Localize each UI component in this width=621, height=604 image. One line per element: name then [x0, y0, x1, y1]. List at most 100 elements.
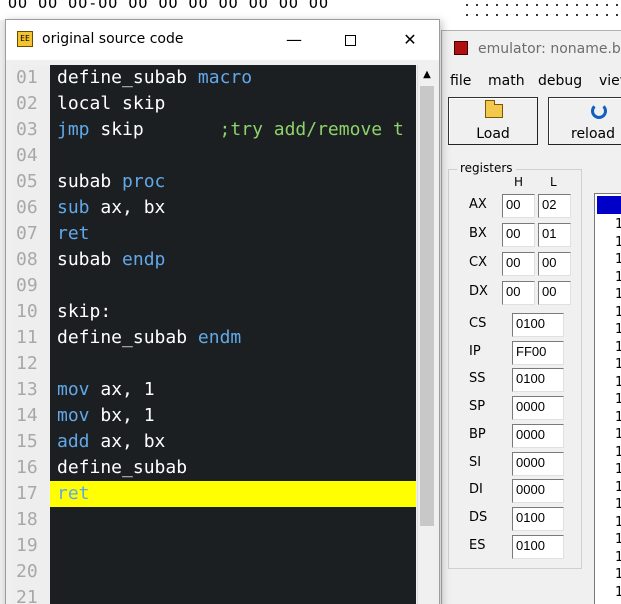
source-titlebar[interactable]: EE original source code — ✕: [6, 20, 439, 60]
code-line[interactable]: 13 mov ax, 1: [12, 377, 416, 403]
register-si-value[interactable]: 0000: [512, 451, 564, 476]
register-ax-high[interactable]: 00: [502, 194, 535, 218]
high-byte-header: H: [514, 175, 524, 189]
register-cx-low[interactable]: 00: [538, 252, 571, 276]
register-ss-value[interactable]: 0100: [512, 368, 564, 393]
code-token: define_subab: [57, 457, 188, 478]
code-line[interactable]: 14 mov bx, 1: [12, 403, 416, 429]
code-token: skip:: [57, 301, 112, 322]
memory-list-row[interactable]: 1: [615, 409, 621, 426]
memory-list-row[interactable]: 1: [615, 479, 621, 496]
scroll-up-arrow-icon[interactable]: ▲: [418, 65, 436, 85]
emulator-window[interactable]: emulator: noname.bin file math debug vie…: [441, 30, 621, 604]
editor-scrollbar[interactable]: ▲: [417, 65, 435, 604]
code-line[interactable]: 02 local skip: [12, 91, 416, 117]
code-line[interactable]: 12: [12, 351, 416, 377]
code-line[interactable]: 04: [12, 143, 416, 169]
line-number: 04: [12, 143, 50, 169]
memory-list-row[interactable]: 1: [615, 531, 621, 548]
code-line[interactable]: 09: [12, 273, 416, 299]
menu-math[interactable]: math: [488, 73, 525, 89]
register-bx-high[interactable]: 00: [502, 223, 535, 247]
memory-list-row[interactable]: 1: [615, 356, 621, 373]
memory-list[interactable]: 1111111111111111111111: [594, 193, 621, 604]
register-di-value[interactable]: 0000: [512, 479, 564, 504]
memory-list-row[interactable]: 1: [615, 269, 621, 286]
code-keyword: endm: [197, 327, 242, 348]
code-line-current[interactable]: 17 ret: [12, 481, 416, 507]
register-es-value[interactable]: 0100: [512, 534, 564, 559]
source-code-window[interactable]: EE original source code — ✕ 01 define_sub…: [5, 19, 440, 604]
code-line[interactable]: 16 define_subab: [12, 455, 416, 481]
emulator-menu-bar: file math debug view: [442, 71, 621, 93]
emulator-titlebar[interactable]: emulator: noname.bin: [442, 31, 621, 67]
menu-debug[interactable]: debug: [538, 73, 582, 89]
register-dx-low[interactable]: 00: [538, 281, 571, 305]
code-text: mov bx, 1: [57, 403, 155, 429]
register-bp-value[interactable]: 0000: [512, 423, 564, 448]
line-number: 18: [12, 507, 50, 533]
maximize-button[interactable]: [327, 20, 373, 60]
code-line[interactable]: 06 sub ax, bx: [12, 195, 416, 221]
memory-list-row[interactable]: 1: [615, 216, 621, 233]
memory-list-row[interactable]: 1: [615, 374, 621, 391]
code-line[interactable]: 21: [12, 585, 416, 604]
memory-list-row[interactable]: 1: [615, 496, 621, 513]
code-line[interactable]: 01 define_subab macro: [12, 65, 416, 91]
code-token: ax, bx: [89, 431, 166, 452]
memory-list-row[interactable]: 1: [615, 339, 621, 356]
memory-list-row[interactable]: 1: [615, 514, 621, 531]
register-cs-value[interactable]: 0100: [512, 313, 564, 337]
scrollbar-thumb[interactable]: [420, 86, 434, 526]
code-line[interactable]: 10 skip:: [12, 299, 416, 325]
register-sp-value[interactable]: 0000: [512, 396, 564, 421]
code-line[interactable]: 08 subab endp: [12, 247, 416, 273]
register-label-sp: SP: [469, 399, 486, 415]
memory-list-row[interactable]: 1: [615, 566, 621, 583]
memory-list-row[interactable]: 1: [615, 234, 621, 251]
register-ds-value[interactable]: 0100: [512, 506, 564, 531]
code-token: ax, 1: [89, 379, 155, 400]
code-line[interactable]: 03 jmp skip ;try add/remove t: [12, 117, 416, 143]
memory-list-row[interactable]: 1: [615, 549, 621, 566]
register-bx-low[interactable]: 01: [538, 223, 571, 247]
code-line[interactable]: 11 define_subab endm: [12, 325, 416, 351]
memory-list-row[interactable]: 1: [615, 426, 621, 443]
code-line[interactable]: 15 add ax, bx: [12, 429, 416, 455]
code-keyword: jmp: [57, 119, 90, 140]
code-token: subab: [57, 249, 123, 270]
load-button[interactable]: Load: [448, 97, 538, 145]
minimize-button[interactable]: —: [271, 20, 317, 60]
close-button[interactable]: ✕: [387, 20, 433, 60]
memory-list-row[interactable]: 1: [615, 321, 621, 338]
code-text: define_subab endm: [57, 325, 241, 351]
reload-button[interactable]: reload: [548, 97, 621, 145]
memory-list-row[interactable]: 1: [615, 461, 621, 478]
memory-list-row[interactable]: 1: [615, 251, 621, 268]
code-keyword: ret: [57, 483, 90, 504]
memory-list-row[interactable]: 1: [615, 444, 621, 461]
memory-list-row[interactable]: 1: [615, 286, 621, 303]
code-line[interactable]: 18: [12, 507, 416, 533]
register-dx-high[interactable]: 00: [502, 281, 535, 305]
register-label-ip: IP: [469, 343, 481, 359]
memory-list-row[interactable]: 1: [615, 584, 621, 601]
line-number: 09: [12, 273, 50, 299]
code-line[interactable]: 07 ret: [12, 221, 416, 247]
register-cx-high[interactable]: 00: [502, 252, 535, 276]
registers-legend: registers: [457, 161, 516, 175]
memory-list-row[interactable]: 1: [615, 391, 621, 408]
menu-view[interactable]: view: [599, 73, 621, 89]
code-keyword: sub: [57, 197, 90, 218]
code-line[interactable]: 05 subab proc: [12, 169, 416, 195]
menu-file[interactable]: file: [450, 73, 471, 89]
register-ax-low[interactable]: 02: [538, 194, 571, 218]
register-label-cx: CX: [469, 255, 487, 270]
line-number: 13: [12, 377, 50, 403]
memory-list-selected-row[interactable]: [597, 196, 621, 214]
code-editor[interactable]: 01 define_subab macro 02 local skip 03 jmp sk…: [12, 65, 416, 604]
code-line[interactable]: 19: [12, 533, 416, 559]
register-ip-value[interactable]: FF00: [512, 340, 564, 365]
memory-list-row[interactable]: 1: [615, 304, 621, 321]
code-line[interactable]: 20: [12, 559, 416, 585]
